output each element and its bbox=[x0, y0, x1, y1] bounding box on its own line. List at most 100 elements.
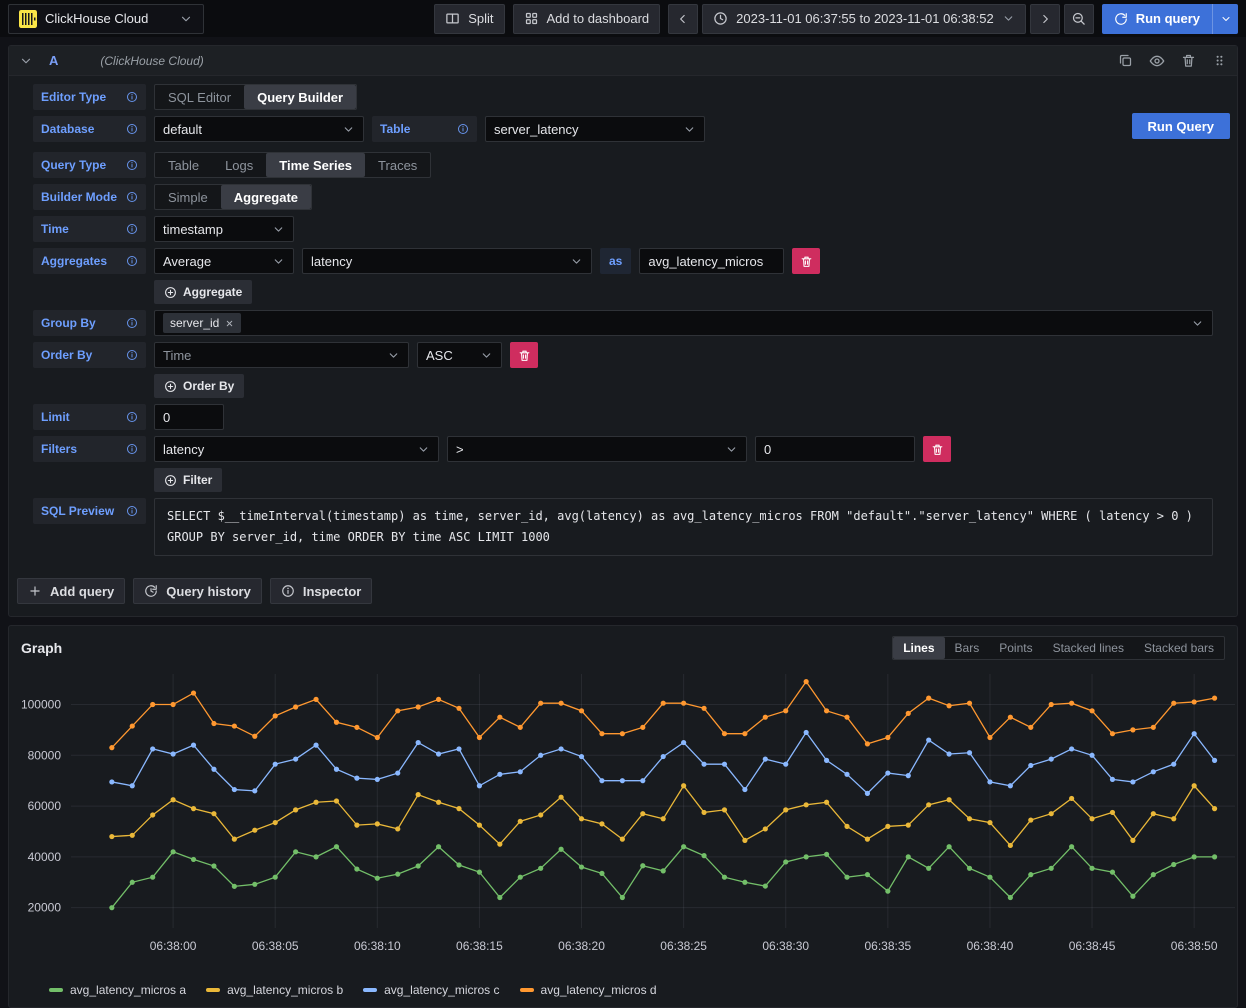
chevron-down-icon bbox=[480, 349, 493, 362]
chevron-down-icon bbox=[725, 443, 738, 456]
builder-mode-option-aggregate[interactable]: Aggregate bbox=[221, 185, 311, 209]
aggregate-alias-input[interactable]: avg_latency_micros bbox=[639, 248, 784, 274]
graph-mode-lines[interactable]: Lines bbox=[893, 637, 944, 659]
database-select[interactable]: default bbox=[154, 116, 364, 142]
query-type-option-time-series[interactable]: Time Series bbox=[266, 153, 365, 177]
query-header[interactable]: A (ClickHouse Cloud) bbox=[9, 46, 1237, 76]
add-aggregate-button[interactable]: Aggregate bbox=[154, 280, 252, 304]
info-icon bbox=[126, 349, 138, 361]
table-select[interactable]: server_latency bbox=[485, 116, 705, 142]
add-to-dashboard-label: Add to dashboard bbox=[547, 11, 650, 26]
delete-query-trash-icon[interactable] bbox=[1181, 53, 1196, 68]
inspector-button[interactable]: Inspector bbox=[270, 578, 373, 604]
remove-aggregate-button[interactable] bbox=[792, 248, 820, 274]
legend-series-marker bbox=[363, 988, 377, 992]
chevron-down-icon bbox=[1191, 317, 1204, 330]
info-icon bbox=[126, 91, 138, 103]
database-label: Database bbox=[33, 116, 146, 142]
builder-mode-toggle: Simple Aggregate bbox=[154, 184, 312, 210]
remove-chip-x-icon[interactable] bbox=[225, 319, 234, 328]
chevron-down-icon bbox=[570, 255, 583, 268]
order-by-label: Order By bbox=[33, 342, 146, 368]
sql-preview-text: SELECT $__timeInterval(timestamp) as tim… bbox=[154, 498, 1213, 556]
query-history-button[interactable]: Query history bbox=[133, 578, 262, 604]
add-query-button[interactable]: Add query bbox=[17, 578, 125, 604]
datasource-hint: (ClickHouse Cloud) bbox=[100, 54, 203, 68]
time-shift-back-button[interactable] bbox=[668, 4, 698, 34]
run-query-panel-button[interactable]: Run Query bbox=[1132, 113, 1230, 139]
legend-item[interactable]: avg_latency_micros d bbox=[520, 983, 657, 997]
run-query-dropdown-button[interactable] bbox=[1212, 4, 1238, 34]
time-column-select[interactable]: timestamp bbox=[154, 216, 294, 242]
filter-value-input[interactable]: 0 bbox=[755, 436, 915, 462]
chevron-down-icon bbox=[417, 443, 430, 456]
circle-plus-icon bbox=[164, 380, 177, 393]
svg-text:06:38:15: 06:38:15 bbox=[456, 939, 503, 953]
order-by-field-select[interactable]: Time bbox=[154, 342, 409, 368]
trash-icon bbox=[931, 443, 944, 456]
group-by-chip-server-id[interactable]: server_id bbox=[163, 313, 241, 333]
group-by-multiselect[interactable]: server_id bbox=[154, 310, 1213, 336]
zoom-out-time-button[interactable] bbox=[1064, 4, 1094, 34]
run-query-label: Run query bbox=[1136, 11, 1200, 26]
add-to-dashboard-button[interactable]: Add to dashboard bbox=[513, 4, 661, 34]
legend-series-label: avg_latency_micros c bbox=[384, 983, 499, 997]
limit-input[interactable]: 0 bbox=[154, 404, 224, 430]
graph-mode-points[interactable]: Points bbox=[989, 637, 1042, 659]
limit-label: Limit bbox=[33, 404, 146, 430]
run-query-button[interactable]: Run query bbox=[1102, 4, 1212, 34]
chevron-down-icon bbox=[1220, 13, 1232, 25]
sql-preview-label: SQL Preview bbox=[33, 498, 146, 524]
time-range-button[interactable]: 2023-11-01 06:37:55 to 2023-11-01 06:38:… bbox=[702, 4, 1026, 34]
add-filter-button[interactable]: Filter bbox=[154, 468, 222, 492]
remove-filter-button[interactable] bbox=[923, 436, 951, 462]
add-order-by-button[interactable]: Order By bbox=[154, 374, 244, 398]
graph-mode-stacked-bars[interactable]: Stacked bars bbox=[1134, 637, 1224, 659]
svg-text:100000: 100000 bbox=[21, 697, 61, 711]
svg-text:80000: 80000 bbox=[28, 748, 62, 762]
filter-operator-select[interactable]: > bbox=[447, 436, 747, 462]
table-label: Table bbox=[372, 116, 477, 142]
collapse-chevron-icon[interactable] bbox=[19, 54, 33, 68]
duplicate-query-icon[interactable] bbox=[1118, 53, 1133, 68]
drag-handle-icon[interactable] bbox=[1212, 53, 1227, 68]
graph-legend: avg_latency_micros a avg_latency_micros b… bbox=[9, 979, 1237, 1007]
info-icon bbox=[126, 505, 138, 517]
toggle-visibility-eye-icon[interactable] bbox=[1149, 53, 1165, 69]
legend-item[interactable]: avg_latency_micros a bbox=[49, 983, 186, 997]
editor-type-option-sql-editor[interactable]: SQL Editor bbox=[155, 85, 244, 109]
chevron-down-icon bbox=[272, 255, 285, 268]
clickhouse-logo-icon bbox=[19, 10, 37, 28]
time-series-chart[interactable]: 06:38:0006:38:0506:38:1006:38:1506:38:20… bbox=[13, 666, 1243, 976]
info-icon bbox=[126, 443, 138, 455]
query-type-option-table[interactable]: Table bbox=[155, 153, 212, 177]
legend-item[interactable]: avg_latency_micros b bbox=[206, 983, 343, 997]
aggregates-label: Aggregates bbox=[33, 248, 146, 274]
graph-mode-stacked-lines[interactable]: Stacked lines bbox=[1043, 637, 1134, 659]
trash-icon bbox=[518, 349, 531, 362]
builder-mode-option-simple[interactable]: Simple bbox=[155, 185, 221, 209]
legend-series-label: avg_latency_micros b bbox=[227, 983, 343, 997]
time-shift-forward-button[interactable] bbox=[1030, 4, 1060, 34]
graph-mode-bars[interactable]: Bars bbox=[945, 637, 990, 659]
filters-label: Filters bbox=[33, 436, 146, 462]
split-button[interactable]: Split bbox=[434, 4, 504, 34]
trash-icon bbox=[800, 255, 813, 268]
svg-text:06:38:30: 06:38:30 bbox=[762, 939, 809, 953]
aggregate-column-select[interactable]: latency bbox=[302, 248, 592, 274]
editor-type-option-query-builder[interactable]: Query Builder bbox=[244, 85, 356, 109]
datasource-picker[interactable]: ClickHouse Cloud bbox=[8, 4, 204, 34]
query-type-option-logs[interactable]: Logs bbox=[212, 153, 266, 177]
chevron-left-icon bbox=[676, 12, 690, 26]
order-by-direction-select[interactable]: ASC bbox=[417, 342, 502, 368]
legend-item[interactable]: avg_latency_micros c bbox=[363, 983, 499, 997]
remove-order-by-button[interactable] bbox=[510, 342, 538, 368]
chevron-down-icon bbox=[272, 223, 285, 236]
aggregate-function-select[interactable]: Average bbox=[154, 248, 294, 274]
chevron-down-icon bbox=[683, 123, 696, 136]
filter-column-select[interactable]: latency bbox=[154, 436, 439, 462]
info-icon bbox=[126, 317, 138, 329]
apps-grid-icon bbox=[524, 11, 539, 26]
info-icon bbox=[126, 123, 138, 135]
query-type-option-traces[interactable]: Traces bbox=[365, 153, 430, 177]
